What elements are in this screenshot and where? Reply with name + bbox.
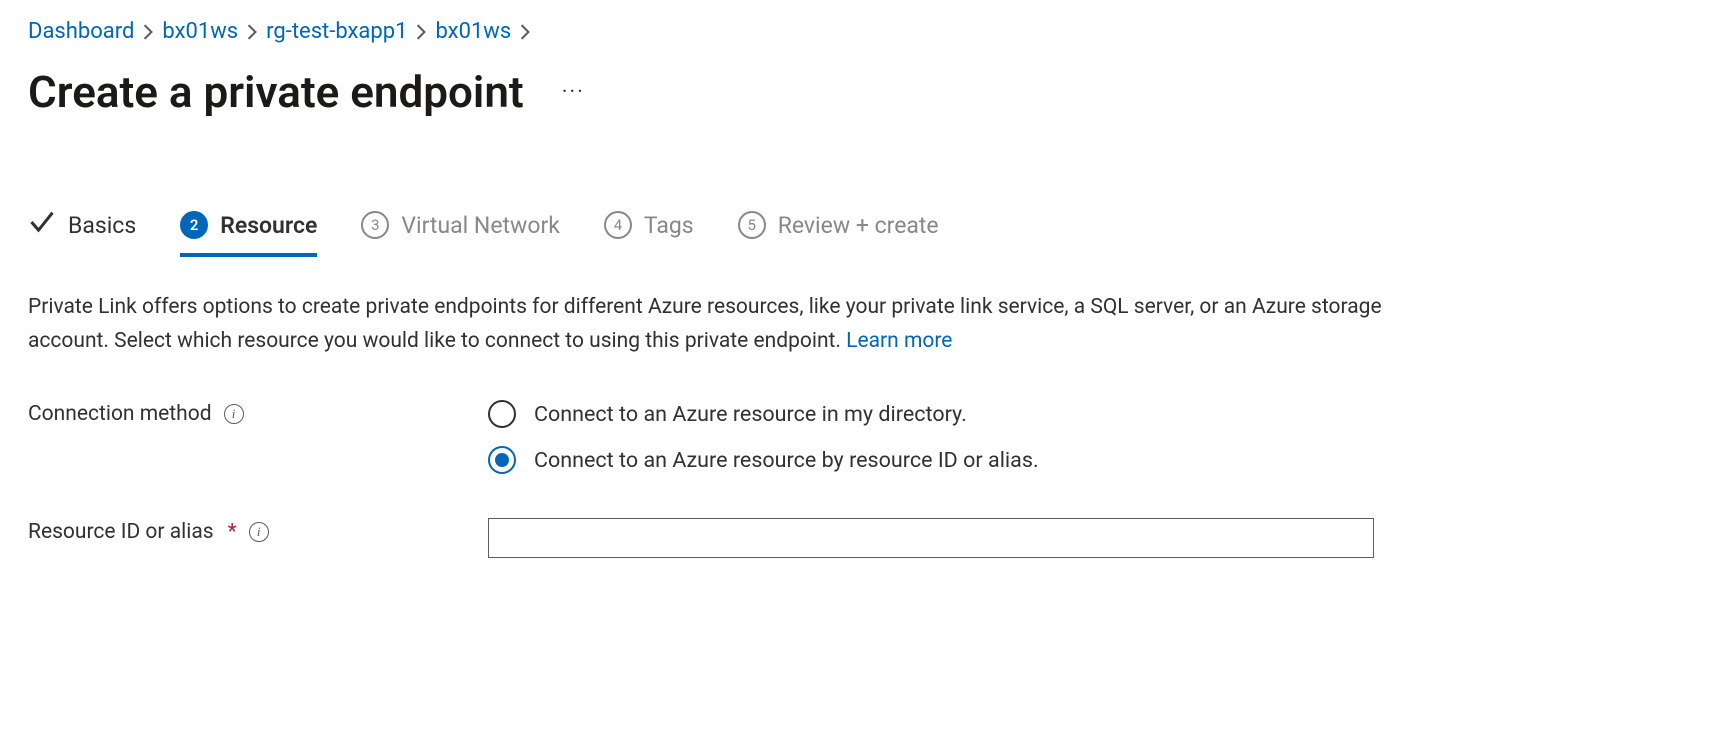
description-body: Private Link offers options to create pr… xyxy=(28,295,1382,353)
resource-id-input[interactable] xyxy=(488,518,1374,558)
chevron-right-icon xyxy=(246,24,258,40)
step-number-icon: 2 xyxy=(180,211,208,239)
step-label: Review + create xyxy=(778,212,939,239)
wizard-steps: Basics 2 Resource 3 Virtual Network 4 Ta… xyxy=(28,208,1692,256)
step-resource[interactable]: 2 Resource xyxy=(180,211,317,257)
step-tags[interactable]: 4 Tags xyxy=(604,211,694,253)
page-title: Create a private endpoint xyxy=(28,66,524,118)
step-label: Tags xyxy=(644,212,694,239)
breadcrumb-item-rg-test-bxapp1[interactable]: rg-test-bxapp1 xyxy=(266,18,407,46)
more-actions-button[interactable]: ··· xyxy=(554,76,593,109)
breadcrumb-item-bx01ws-2[interactable]: bx01ws xyxy=(435,18,511,46)
learn-more-link[interactable]: Learn more xyxy=(846,329,952,353)
step-number-icon: 5 xyxy=(738,211,766,239)
radio-icon xyxy=(488,400,516,428)
info-icon[interactable]: i xyxy=(224,404,244,424)
radio-icon xyxy=(488,446,516,474)
radio-option-directory[interactable]: Connect to an Azure resource in my direc… xyxy=(488,400,1039,428)
connection-method-label: Connection method xyxy=(28,402,212,426)
step-number-icon: 3 xyxy=(361,211,389,239)
required-marker: * xyxy=(228,520,237,544)
breadcrumb: Dashboard bx01ws rg-test-bxapp1 bx01ws xyxy=(28,18,1692,46)
step-number-icon: 4 xyxy=(604,211,632,239)
breadcrumb-item-dashboard[interactable]: Dashboard xyxy=(28,18,134,46)
checkmark-icon xyxy=(28,208,56,242)
description-text: Private Link offers options to create pr… xyxy=(28,290,1388,358)
step-review-create[interactable]: 5 Review + create xyxy=(738,211,939,253)
chevron-right-icon xyxy=(142,24,154,40)
radio-option-resource-id[interactable]: Connect to an Azure resource by resource… xyxy=(488,446,1039,474)
connection-method-radio-group: Connect to an Azure resource in my direc… xyxy=(488,400,1039,474)
chevron-right-icon xyxy=(415,24,427,40)
breadcrumb-item-bx01ws-1[interactable]: bx01ws xyxy=(162,18,238,46)
chevron-right-icon xyxy=(519,24,531,40)
radio-label: Connect to an Azure resource in my direc… xyxy=(534,402,967,427)
resource-id-label: Resource ID or alias xyxy=(28,520,214,544)
step-virtual-network[interactable]: 3 Virtual Network xyxy=(361,211,560,253)
step-label: Basics xyxy=(68,212,136,239)
step-label: Virtual Network xyxy=(401,212,560,239)
step-label: Resource xyxy=(220,212,317,239)
info-icon[interactable]: i xyxy=(249,522,269,542)
radio-label: Connect to an Azure resource by resource… xyxy=(534,448,1039,473)
step-basics[interactable]: Basics xyxy=(28,208,136,256)
